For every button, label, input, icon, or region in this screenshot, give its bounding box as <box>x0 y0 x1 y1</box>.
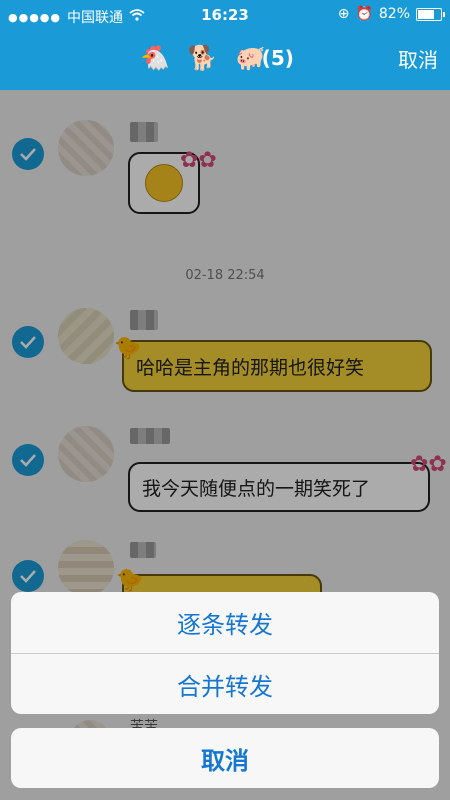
action-sheet: 逐条转发 合并转发 <box>11 592 439 714</box>
status-bar: ●●●●● 中国联通 16:23 ⊕ ⏰ 82% <box>0 0 450 30</box>
navigation-bar: 🐔 🐕 🐖 (5) 取消 <box>0 30 450 90</box>
battery-icon <box>416 7 445 21</box>
rotation-lock-icon: ⊕ <box>337 6 350 22</box>
battery-percent: 82% <box>378 6 410 22</box>
action-sheet-cancel-button[interactable]: 取消 <box>11 728 439 788</box>
forward-one-by-one-button[interactable]: 逐条转发 <box>11 592 439 653</box>
dog-icon: 🐕 <box>187 44 218 72</box>
alarm-icon: ⏰ <box>355 6 373 22</box>
selected-count: (5) <box>261 46 294 70</box>
rooster-icon: 🐔 <box>140 44 170 72</box>
merge-forward-button[interactable]: 合并转发 <box>11 654 439 714</box>
nav-cancel-button[interactable]: 取消 <box>398 44 438 73</box>
